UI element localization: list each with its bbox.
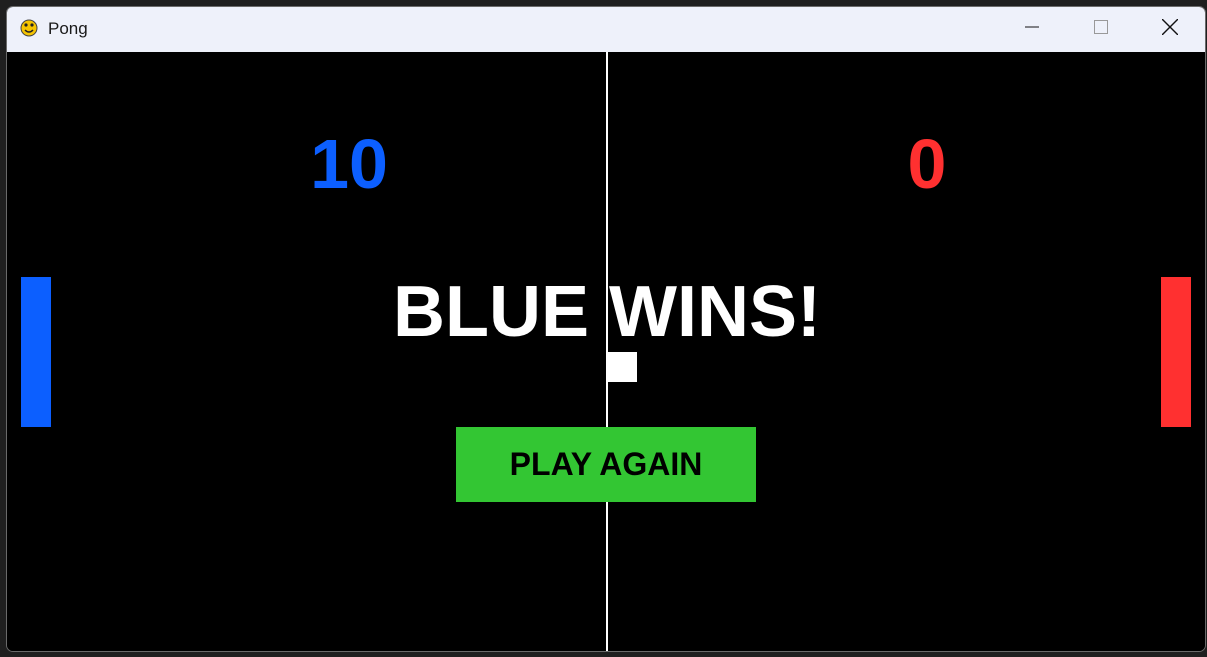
maximize-button[interactable]: [1068, 7, 1134, 52]
red-paddle: [1161, 277, 1191, 427]
window-title: Pong: [48, 19, 88, 38]
pong-window: Pong 10 0 BLUE WINS! PLAY AGAIN: [6, 6, 1206, 652]
ball: [607, 352, 637, 382]
close-icon: [1161, 18, 1179, 40]
title-bar[interactable]: Pong: [7, 7, 1205, 52]
score-red: 0: [907, 125, 947, 203]
game-canvas[interactable]: 10 0 BLUE WINS! PLAY AGAIN: [7, 52, 1205, 651]
minimize-button[interactable]: [999, 7, 1065, 52]
close-button[interactable]: [1137, 7, 1203, 52]
winner-message: BLUE WINS!: [393, 272, 821, 352]
desktop: Pong 10 0 BLUE WINS! PLAY AGAIN: [0, 0, 1207, 657]
pygame-snake-icon: [19, 18, 39, 38]
score-blue: 10: [310, 125, 388, 203]
play-again-button[interactable]: PLAY AGAIN: [456, 427, 756, 502]
minimize-icon: [1025, 20, 1039, 39]
maximize-icon: [1094, 20, 1108, 39]
blue-paddle: [21, 277, 51, 427]
